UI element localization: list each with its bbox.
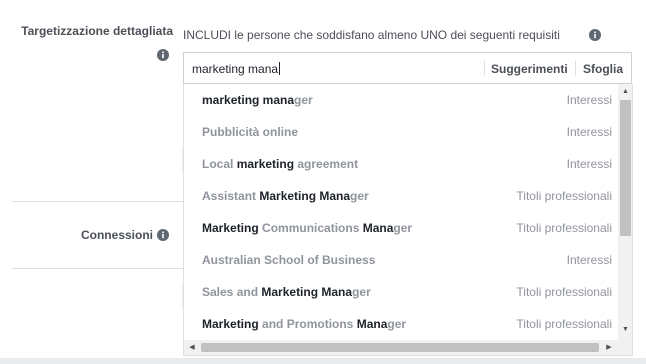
separator bbox=[575, 61, 576, 76]
suggestion-name: Marketing and Promotions Manager bbox=[202, 317, 406, 331]
suggestion-name: Local marketing agreement bbox=[202, 157, 358, 171]
suggestion-name-rest: ger bbox=[387, 317, 407, 331]
search-input-value: marketing mana bbox=[192, 62, 279, 76]
suggestion-name-match: Mana bbox=[362, 221, 394, 235]
vertical-scrollbar[interactable]: ▲ ▼ bbox=[618, 84, 632, 340]
suggestion-name-rest: Local bbox=[202, 157, 237, 171]
suggestion-name-match: Mana bbox=[356, 317, 388, 331]
separator bbox=[484, 61, 485, 76]
search-input[interactable]: marketing mana bbox=[192, 62, 281, 76]
triangle-up-icon[interactable]: ▲ bbox=[618, 88, 632, 95]
suggestion-name: Australian School of Business bbox=[202, 253, 375, 267]
suggestion-category: Interessi bbox=[566, 157, 612, 171]
suggestions-dropdown: marketing manager Interessi Pubblicità onl… bbox=[183, 84, 633, 356]
connections-info-icon[interactable] bbox=[157, 229, 169, 241]
suggestion-item[interactable]: Australian School of Business Interessi bbox=[184, 244, 618, 276]
suggestion-name: Marketing Communications Manager bbox=[202, 221, 412, 235]
suggestion-name-rest: ger bbox=[350, 189, 369, 203]
suggestion-item[interactable]: marketing manager Interessi bbox=[184, 84, 618, 116]
suggestion-category: Titoli professionali bbox=[516, 317, 612, 331]
suggestion-name: Pubblicità online bbox=[202, 125, 298, 139]
suggestion-name-match: Marketing Mana bbox=[261, 285, 353, 299]
suggestion-name-match: marketing bbox=[236, 157, 295, 171]
suggestion-name: Assistant Marketing Manager bbox=[202, 189, 369, 203]
suggestion-name-rest: agreement bbox=[294, 157, 359, 171]
include-criteria-text: INCLUDI le persone che soddisfano almeno… bbox=[183, 28, 560, 42]
vertical-scrollbar-thumb[interactable] bbox=[620, 100, 631, 236]
detailed-targeting-info-icon[interactable] bbox=[157, 49, 169, 61]
suggestion-name-rest: Pubblicità online bbox=[202, 125, 299, 139]
suggestion-name-rest: Communications bbox=[258, 221, 363, 235]
triangle-right-icon[interactable]: ▶ bbox=[605, 344, 613, 351]
suggestion-item[interactable]: Pubblicità online Interessi bbox=[184, 116, 618, 148]
triangle-down-icon[interactable]: ▼ bbox=[618, 326, 632, 333]
suggestion-name-rest: Australian School of Business bbox=[202, 253, 376, 267]
suggestion-name-rest: ger bbox=[294, 93, 313, 107]
suggestion-item[interactable]: Local marketing agreement Interessi bbox=[184, 148, 618, 180]
suggestion-category: Titoli professionali bbox=[516, 285, 612, 299]
suggestions-button[interactable]: Suggerimenti bbox=[491, 62, 568, 76]
suggestion-category: Interessi bbox=[566, 253, 612, 267]
horizontal-scrollbar[interactable]: ◀ ▶ bbox=[184, 340, 632, 355]
suggestion-name-rest: Sales and bbox=[202, 285, 262, 299]
suggestion-name-rest: and Promotions bbox=[258, 317, 357, 331]
suggestion-category: Titoli professionali bbox=[516, 189, 612, 203]
detailed-targeting-search-box[interactable]: marketing mana Suggerimenti Sfoglia bbox=[183, 52, 632, 84]
suggestion-category: Interessi bbox=[566, 93, 612, 107]
suggestion-name: Sales and Marketing Manager bbox=[202, 285, 371, 299]
section-divider-bottom bbox=[12, 268, 184, 269]
suggestions-list: marketing manager Interessi Pubblicità onl… bbox=[184, 84, 618, 340]
page-footer-strip bbox=[0, 358, 646, 364]
suggestion-name-rest: ger bbox=[352, 285, 371, 299]
suggestion-name-match: Marketing Mana bbox=[259, 189, 351, 203]
text-caret bbox=[279, 62, 281, 75]
horizontal-scrollbar-thumb[interactable] bbox=[201, 343, 599, 352]
include-criteria-info-icon[interactable] bbox=[589, 29, 601, 41]
suggestion-item[interactable]: Marketing Communications Manager Titoli p… bbox=[184, 212, 618, 244]
suggestion-category: Titoli professionali bbox=[516, 221, 612, 235]
suggestion-name-match: Marketing bbox=[202, 221, 259, 235]
suggestion-category: Interessi bbox=[566, 125, 612, 139]
suggestion-name-rest: ger bbox=[393, 221, 413, 235]
browse-button[interactable]: Sfoglia bbox=[583, 62, 623, 76]
triangle-left-icon[interactable]: ◀ bbox=[188, 344, 196, 351]
suggestion-item[interactable]: Assistant Marketing Manager Titoli profes… bbox=[184, 180, 618, 212]
suggestion-item[interactable]: Sales and Marketing Manager Titoli profes… bbox=[184, 276, 618, 308]
suggestion-name-rest: Assistant bbox=[202, 189, 260, 203]
section-divider-top bbox=[12, 201, 184, 202]
suggestion-name-match: marketing mana bbox=[202, 93, 295, 107]
suggestion-item[interactable]: Marketing and Promotions Manager Titoli p… bbox=[184, 308, 618, 340]
connections-label: Connessioni bbox=[80, 228, 153, 242]
suggestion-name-match: Marketing bbox=[202, 317, 259, 331]
include-criteria-label: INCLUDI le persone che soddisfano almeno… bbox=[183, 28, 560, 42]
suggestion-name: marketing manager bbox=[202, 93, 313, 107]
detailed-targeting-label: Targetizzazione dettagliata bbox=[21, 24, 173, 38]
